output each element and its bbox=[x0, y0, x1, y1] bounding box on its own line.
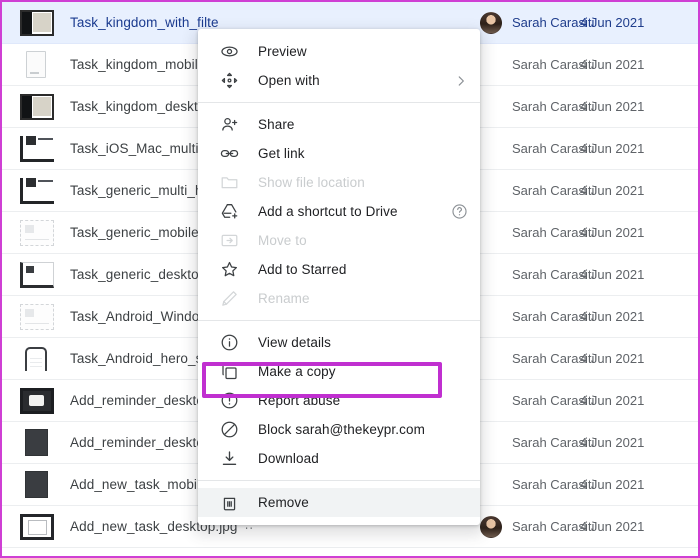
file-context-menu[interactable]: Preview Open with Share Get link Show file l… bbox=[198, 29, 480, 525]
desktop-dark-thumb bbox=[20, 9, 54, 36]
menu-item-label: Remove bbox=[258, 495, 309, 510]
modified-date: 4 Jun 2021 bbox=[580, 435, 645, 450]
document-white-thumb bbox=[20, 513, 54, 540]
mobile-light-thumb bbox=[26, 51, 46, 78]
file-name: Task_kingdom_with_filte bbox=[70, 15, 219, 30]
menu-item-block-sarah-thekeypr-com[interactable]: Block sarah@thekeypr.com bbox=[198, 415, 480, 444]
menu-item-label: Get link bbox=[258, 146, 305, 161]
pencil-icon bbox=[218, 288, 240, 310]
menu-item-remove[interactable]: Remove bbox=[198, 488, 480, 517]
file-name: Task_kingdom_desktop. bbox=[70, 99, 217, 114]
chevron-right-icon bbox=[454, 74, 468, 88]
wireframe-thumb bbox=[20, 135, 54, 162]
menu-item-move-to: Move to bbox=[198, 226, 480, 255]
menu-item-get-link[interactable]: Get link bbox=[198, 139, 480, 168]
modified-date: 4 Jun 2021 bbox=[580, 393, 645, 408]
info-icon bbox=[218, 332, 240, 354]
modified-date: 4 Jun 2021 bbox=[580, 99, 645, 114]
modified-date: 4 Jun 2021 bbox=[580, 141, 645, 156]
faint-wireframe-thumb bbox=[20, 303, 54, 330]
modified-date: 4 Jun 2021 bbox=[580, 309, 645, 324]
menu-item-label: Block sarah@thekeypr.com bbox=[258, 422, 425, 437]
eye-icon bbox=[218, 41, 240, 63]
modified-date: 4 Jun 2021 bbox=[580, 183, 645, 198]
report-icon bbox=[218, 390, 240, 412]
open-with-icon bbox=[218, 70, 240, 92]
photo-dark-thumb bbox=[20, 387, 54, 414]
avatar bbox=[480, 515, 502, 538]
block-icon bbox=[218, 419, 240, 441]
menu-item-label: View details bbox=[258, 335, 331, 350]
modified-date: 4 Jun 2021 bbox=[580, 15, 645, 30]
move-to-icon bbox=[218, 230, 240, 252]
modified-date: 4 Jun 2021 bbox=[580, 477, 645, 492]
menu-separator bbox=[198, 102, 480, 103]
menu-item-download[interactable]: Download bbox=[198, 444, 480, 473]
star-icon bbox=[218, 259, 240, 281]
menu-item-view-details[interactable]: View details bbox=[198, 328, 480, 357]
menu-item-label: Add a shortcut to Drive bbox=[258, 204, 398, 219]
link-icon bbox=[218, 143, 240, 165]
drive-shortcut-icon bbox=[218, 201, 240, 223]
menu-item-label: Add to Starred bbox=[258, 262, 347, 277]
folder-icon bbox=[218, 172, 240, 194]
modified-date: 4 Jun 2021 bbox=[580, 351, 645, 366]
menu-separator bbox=[198, 320, 480, 321]
modified-date: 4 Jun 2021 bbox=[580, 267, 645, 282]
menu-item-preview[interactable]: Preview bbox=[198, 37, 480, 66]
menu-item-open-with[interactable]: Open with bbox=[198, 66, 480, 95]
download-icon bbox=[218, 448, 240, 470]
desktop-dark-thumb bbox=[20, 93, 54, 120]
help-icon[interactable] bbox=[451, 203, 468, 220]
menu-item-label: Make a copy bbox=[258, 364, 336, 379]
menu-item-add-a-shortcut-to-drive[interactable]: Add a shortcut to Drive bbox=[198, 197, 480, 226]
menu-item-label: Preview bbox=[258, 44, 307, 59]
modified-date: 4 Jun 2021 bbox=[580, 225, 645, 240]
menu-item-report-abuse[interactable]: Report abuse bbox=[198, 386, 480, 415]
menu-item-make-a-copy[interactable]: Make a copy bbox=[198, 357, 480, 386]
file-name: Add_reminder_desktop- bbox=[70, 435, 217, 450]
trash-icon bbox=[218, 492, 240, 514]
wireframe-thumb bbox=[20, 177, 54, 204]
person-add-icon bbox=[218, 114, 240, 136]
menu-item-label: Rename bbox=[258, 291, 310, 306]
mobile-rounded-thumb bbox=[25, 346, 47, 371]
menu-item-label: Show file location bbox=[258, 175, 365, 190]
modified-date: 4 Jun 2021 bbox=[580, 57, 645, 72]
menu-item-add-to-starred[interactable]: Add to Starred bbox=[198, 255, 480, 284]
menu-item-rename: Rename bbox=[198, 284, 480, 313]
menu-item-label: Download bbox=[258, 451, 319, 466]
copy-icon bbox=[218, 361, 240, 383]
solid-dark-thumb bbox=[25, 471, 48, 498]
menu-item-label: Share bbox=[258, 117, 295, 132]
menu-item-label: Move to bbox=[258, 233, 307, 248]
desktop-outline-thumb bbox=[20, 261, 54, 288]
menu-item-share[interactable]: Share bbox=[198, 110, 480, 139]
faint-wireframe-thumb bbox=[20, 219, 54, 246]
file-name: Add_reminder_desktop.j bbox=[70, 393, 219, 408]
menu-separator bbox=[198, 480, 480, 481]
menu-item-show-file-location: Show file location bbox=[198, 168, 480, 197]
menu-item-label: Report abuse bbox=[258, 393, 341, 408]
avatar bbox=[480, 11, 502, 34]
screenshot-frame: Task_kingdom_with_filte Sarah Carasiti 4 J… bbox=[0, 0, 700, 558]
solid-dark-thumb bbox=[25, 429, 48, 456]
menu-item-label: Open with bbox=[258, 73, 320, 88]
modified-date: 4 Jun 2021 bbox=[580, 519, 645, 534]
